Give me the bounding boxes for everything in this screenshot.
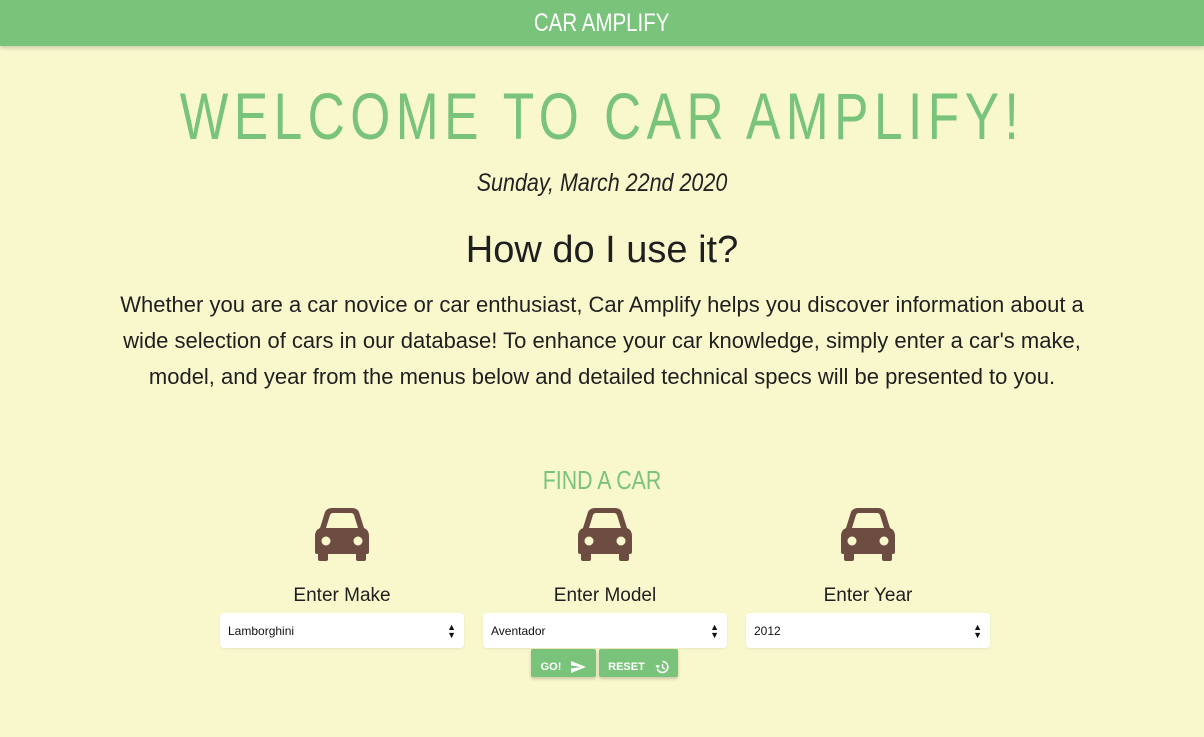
howto-description: Whether you are a car novice or car enth… — [120, 292, 1084, 389]
reset-button-label: RESET — [608, 660, 645, 673]
send-icon — [571, 660, 587, 673]
go-button-label: GO! — [540, 660, 562, 673]
car-icon — [841, 508, 895, 561]
howto-heading: How do I use it? — [465, 229, 739, 271]
reset-button[interactable]: RESET — [599, 649, 678, 677]
year-select-value: 2012 — [754, 623, 781, 638]
select-arrows-icon: ▲ ▼ — [710, 621, 719, 640]
current-date: Sunday, March 22nd 2020 — [476, 169, 728, 197]
find-a-car-heading: FIND A CAR — [542, 465, 662, 495]
go-button[interactable]: GO! — [531, 649, 596, 677]
make-select-value: Lamborghini — [228, 623, 295, 638]
model-column: Enter Model — [483, 506, 727, 608]
car-icon — [315, 508, 369, 561]
make-select[interactable]: Lamborghini ▲ ▼ — [220, 613, 464, 648]
brand-title[interactable]: CAR AMPLIFY — [534, 9, 670, 38]
car-icon — [578, 508, 632, 561]
year-label: Enter Year — [823, 585, 913, 606]
welcome-heading: WELCOME TO CAR AMPLIFY! — [179, 79, 1025, 153]
make-label: Enter Make — [293, 585, 391, 606]
model-label: Enter Model — [553, 585, 657, 606]
year-select[interactable]: 2012 ▲ ▼ — [746, 613, 990, 648]
select-arrows-icon: ▲ ▼ — [973, 621, 982, 640]
history-icon — [655, 660, 669, 673]
select-arrows-icon: ▲ ▼ — [447, 621, 456, 640]
navbar: CAR AMPLIFY — [0, 0, 1204, 46]
model-select[interactable]: Aventador ▲ ▼ — [483, 613, 727, 648]
make-column: Enter Make — [220, 506, 464, 608]
year-column: Enter Year — [746, 506, 990, 608]
model-select-value: Aventador — [491, 623, 546, 638]
